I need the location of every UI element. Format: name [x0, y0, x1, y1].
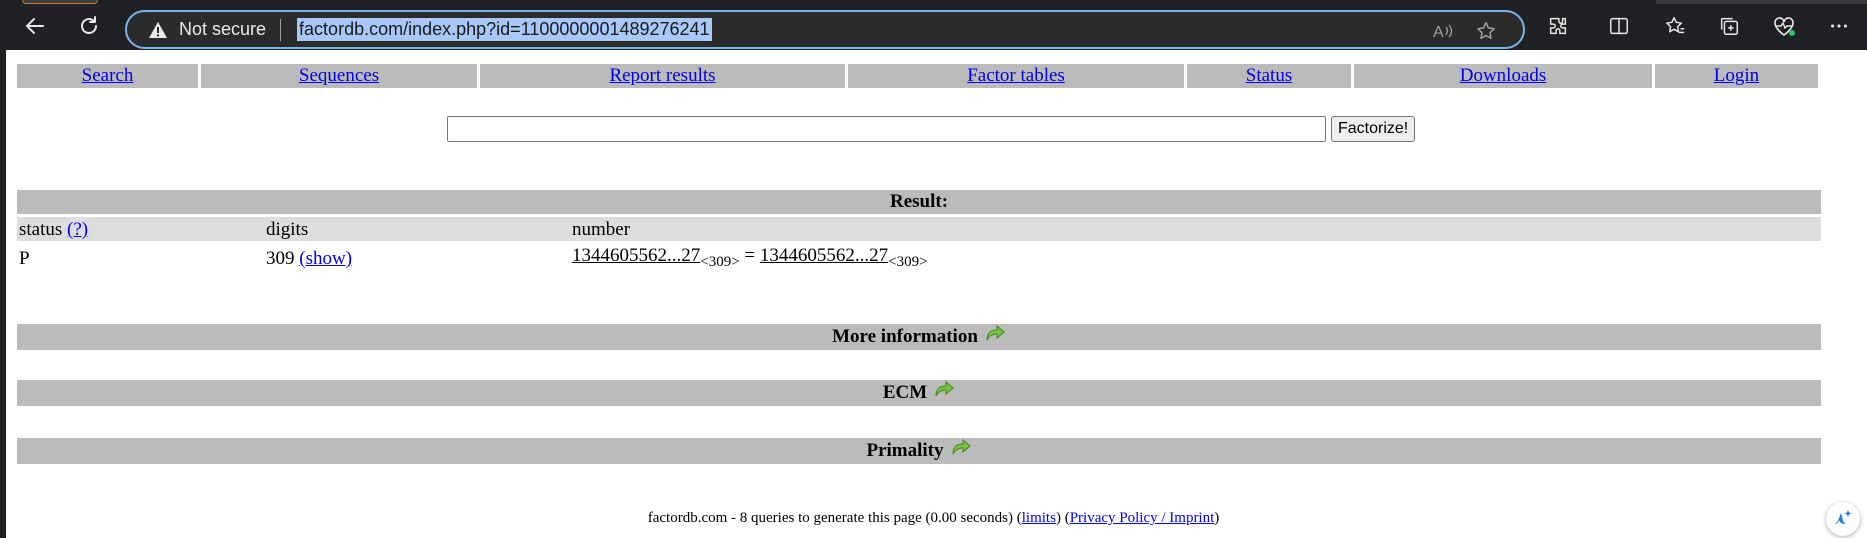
svg-text:A: A: [1433, 24, 1444, 41]
digits-count: 309: [266, 248, 295, 269]
footer: factordb.com - 8 queries to generate thi…: [6, 510, 1861, 527]
table-row: P 309 (show) 1344605562...27<309> = 1344…: [17, 243, 1821, 271]
result-title: Result:: [889, 191, 949, 212]
expand-arrow-icon[interactable]: [984, 324, 1006, 342]
menu-cell-downloads: Downloads: [1354, 64, 1652, 88]
factor-link[interactable]: 1344605562...27: [760, 245, 888, 266]
favorites-icon[interactable]: [1663, 14, 1687, 38]
split-screen-icon[interactable]: [1607, 14, 1631, 38]
collections-icon[interactable]: [1717, 14, 1741, 38]
limits-link[interactable]: limits: [1022, 510, 1056, 526]
menu-link-status[interactable]: Status: [1246, 65, 1292, 87]
more-information-section: More information: [17, 324, 1821, 350]
menu-cell-search: Search: [17, 64, 198, 88]
menu-link-report-results[interactable]: Report results: [609, 65, 715, 87]
read-aloud-icon[interactable]: A: [1433, 20, 1455, 42]
expand-arrow-icon[interactable]: [950, 438, 972, 456]
menu-cell-report-results: Report results: [480, 64, 845, 88]
factor-digits-count: <309>: [888, 254, 928, 270]
primality-section: Primality: [17, 438, 1821, 464]
equals-sign: =: [744, 245, 756, 266]
show-digits-link[interactable]: (show): [299, 248, 352, 269]
menu-cell-login: Login: [1655, 64, 1818, 88]
result-column-headers: status (?) digits number: [17, 217, 1821, 241]
status-header: status (?): [19, 219, 88, 241]
footer-paren-open: (: [1013, 510, 1022, 526]
ecm-section: ECM: [17, 380, 1821, 406]
ecm-title: ECM: [882, 382, 928, 403]
copilot-sparkle-icon[interactable]: [1826, 502, 1860, 536]
search-form: Factorize!: [447, 116, 1416, 142]
result-header: Result:: [17, 190, 1821, 214]
menu-cell-factor-tables: Factor tables: [848, 64, 1184, 88]
menu-cell-sequences: Sequences: [201, 64, 477, 88]
address-bar[interactable]: Not secure factordb.com/index.php?id=110…: [125, 10, 1525, 49]
digits-value: 309 (show): [266, 248, 352, 270]
privacy-policy-link[interactable]: Privacy Policy / Imprint: [1070, 510, 1215, 526]
back-arrow-icon[interactable]: [20, 11, 50, 41]
more-icon[interactable]: [1827, 14, 1851, 38]
footer-paren-mid: ) (: [1055, 510, 1070, 526]
reload-icon[interactable]: [74, 11, 104, 41]
number-value: 1344605562...27<309> = 1344605562...27<3…: [572, 245, 928, 271]
more-information-title: More information: [832, 326, 978, 347]
browser-toolbar: Not secure factordb.com/index.php?id=110…: [0, 0, 1867, 50]
footer-paren-close: ): [1214, 510, 1220, 526]
menu-link-downloads[interactable]: Downloads: [1460, 65, 1547, 87]
status-header-label: status: [19, 219, 63, 240]
number-input[interactable]: [447, 116, 1326, 142]
address-separator: [280, 18, 282, 41]
menu-link-sequences[interactable]: Sequences: [299, 65, 379, 87]
menu-link-search[interactable]: Search: [82, 65, 134, 87]
extensions-icon[interactable]: [1546, 14, 1570, 38]
number-digits-count: <309>: [700, 254, 740, 270]
number-link[interactable]: 1344605562...27: [572, 245, 700, 266]
tab-edge-right[interactable]: [1656, 0, 1867, 4]
primality-title: Primality: [866, 440, 944, 461]
menu-link-login[interactable]: Login: [1714, 65, 1759, 87]
warning-icon[interactable]: [147, 19, 169, 41]
main-menu: Search Sequences Report results Factor t…: [17, 64, 1821, 88]
factorize-button[interactable]: Factorize!: [1331, 116, 1416, 142]
footer-text: factordb.com - 8 queries to generate thi…: [647, 510, 1014, 526]
browser-health-icon[interactable]: [1772, 14, 1796, 38]
menu-cell-status: Status: [1187, 64, 1351, 88]
page-content: Search Sequences Report results Factor t…: [0, 50, 1867, 538]
tab-edge[interactable]: [22, 0, 98, 4]
favorite-star-icon[interactable]: [1475, 20, 1497, 42]
status-value: P: [19, 248, 30, 269]
url-text[interactable]: factordb.com/index.php?id=11000000014892…: [297, 18, 712, 41]
number-header: number: [572, 219, 631, 240]
security-label[interactable]: Not secure: [179, 19, 266, 40]
status-help-link[interactable]: (?): [67, 219, 88, 240]
expand-arrow-icon[interactable]: [933, 380, 955, 398]
digits-header: digits: [266, 219, 309, 240]
menu-link-factor-tables[interactable]: Factor tables: [967, 65, 1065, 87]
